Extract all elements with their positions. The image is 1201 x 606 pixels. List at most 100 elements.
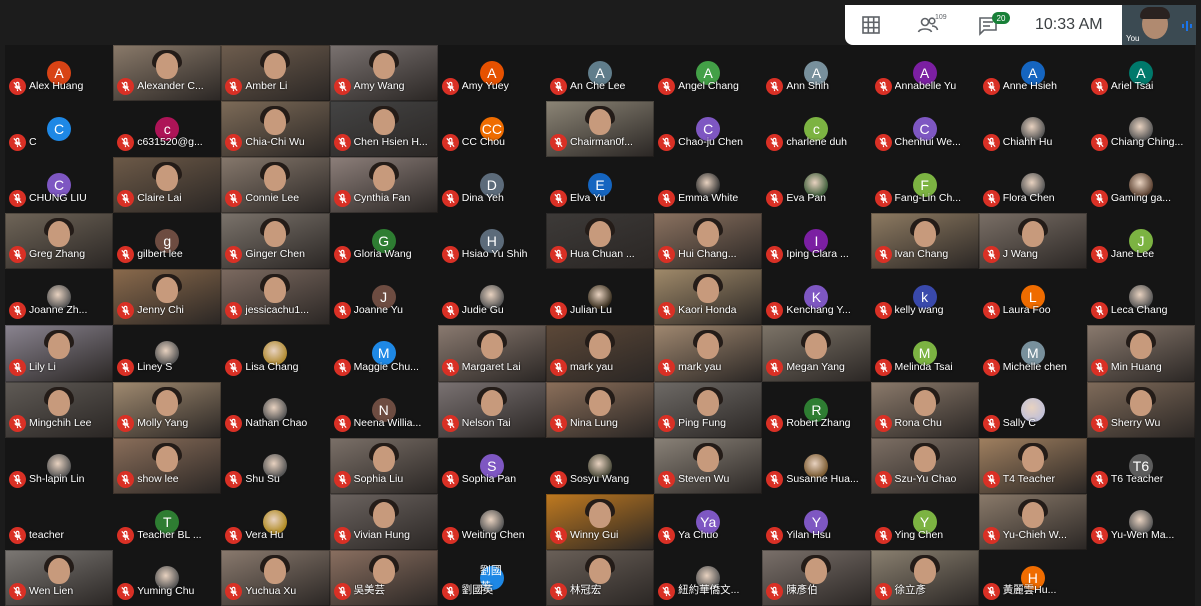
participant-tile[interactable]: H Hsiao Yu Shih — [437, 213, 546, 270]
participant-tile[interactable]: Susanne Hua... — [762, 437, 871, 494]
participant-tile[interactable]: A Anne Hsieh — [978, 45, 1087, 102]
participant-tile[interactable]: Min Huang — [1086, 325, 1196, 382]
participant-tile[interactable]: CC — [5, 101, 114, 158]
participant-tile[interactable]: A Ann Shih — [762, 45, 871, 102]
participant-tile[interactable]: Claire Lai — [113, 157, 222, 214]
participant-tile[interactable]: 徐立彥 — [870, 549, 979, 606]
participant-tile[interactable]: Molly Yang — [113, 381, 222, 438]
participant-tile[interactable]: Chiahh Hu — [978, 101, 1087, 158]
participant-tile[interactable]: J Wang — [978, 213, 1087, 270]
participant-tile[interactable]: Chiang Ching... — [1086, 101, 1196, 158]
participant-tile[interactable]: J Jane Lee — [1086, 213, 1196, 270]
participant-tile[interactable]: Sophia Liu — [329, 437, 438, 494]
participant-tile[interactable]: Mingchih Lee — [5, 381, 114, 438]
participant-tile[interactable]: g gilbert lee — [113, 213, 222, 270]
participant-tile[interactable]: M Michelle chen — [978, 325, 1087, 382]
participant-tile[interactable]: C Chenhui We... — [870, 101, 979, 158]
participant-tile[interactable]: Chia-Chi Wu — [221, 101, 330, 158]
participant-tile[interactable]: Emma White — [654, 157, 763, 214]
participant-tile[interactable]: Chairman0f... — [545, 101, 655, 158]
participant-tile[interactable]: Amber Li — [221, 45, 330, 102]
participant-tile[interactable]: R Robert Zhang — [762, 381, 871, 438]
participant-tile[interactable]: K Kenchang Y... — [762, 269, 871, 326]
participant-tile[interactable]: Alexander C... — [113, 45, 222, 102]
participant-tile[interactable]: Szu-Yu Chao — [870, 437, 979, 494]
participant-tile[interactable]: 林冠宏 — [545, 549, 655, 606]
participant-tile[interactable]: Greg Zhang — [5, 213, 114, 270]
participant-tile[interactable]: k kelly wang — [870, 269, 979, 326]
participant-tile[interactable]: Sherry Wu — [1086, 381, 1196, 438]
participant-tile[interactable]: L Laura Foo — [978, 269, 1087, 326]
participant-tile[interactable]: Margaret Lai — [437, 325, 546, 382]
participant-tile[interactable]: Lisa Chang — [221, 325, 330, 382]
participant-tile[interactable]: F Fang-Lin Ch... — [870, 157, 979, 214]
participant-tile[interactable]: Connie Lee — [221, 157, 330, 214]
participant-tile[interactable]: Nelson Tai — [437, 381, 546, 438]
participant-tile[interactable]: A Amy Yuey — [437, 45, 546, 102]
participant-tile[interactable]: Nina Lung — [545, 381, 655, 438]
participant-tile[interactable]: mark yau — [654, 325, 763, 382]
participant-tile[interactable]: c c631520@g... — [113, 101, 222, 158]
participant-tile[interactable]: Sosyu Wang — [545, 437, 655, 494]
participant-tile[interactable]: Nathan Chao — [221, 381, 330, 438]
participant-tile[interactable]: Winny Gui — [545, 493, 655, 550]
participant-tile[interactable]: mark yau — [545, 325, 655, 382]
participant-tile[interactable]: G Gloria Wang — [329, 213, 438, 270]
participant-tile[interactable]: Weiting Chen — [437, 493, 546, 550]
participant-tile[interactable]: Y Ying Chen — [870, 493, 979, 550]
participant-tile[interactable]: c charlene duh — [762, 101, 871, 158]
participant-tile[interactable]: J Joanne Yu — [329, 269, 438, 326]
participant-tile[interactable]: Liney S — [113, 325, 222, 382]
participant-tile[interactable]: T4 Teacher — [978, 437, 1087, 494]
participant-tile[interactable]: T6 T6 Teacher — [1086, 437, 1196, 494]
participant-tile[interactable]: Steven Wu — [654, 437, 763, 494]
participant-tile[interactable]: C Chao-ju Chen — [654, 101, 763, 158]
participant-tile[interactable]: A An Che Lee — [545, 45, 655, 102]
participant-tile[interactable]: Judie Gu — [437, 269, 546, 326]
grid-layout-icon[interactable] — [861, 15, 881, 35]
participant-tile[interactable]: M Melinda Tsai — [870, 325, 979, 382]
participant-tile[interactable]: Amy Wang — [329, 45, 438, 102]
participant-tile[interactable]: S Sophia Pan — [437, 437, 546, 494]
participant-tile[interactable]: A Alex Huang — [5, 45, 114, 102]
participant-tile[interactable]: Sh-lapin Lin — [5, 437, 114, 494]
participant-tile[interactable]: M Maggie Chu... — [329, 325, 438, 382]
participant-tile[interactable]: jessicachu1... — [221, 269, 330, 326]
participant-tile[interactable]: Ivan Chang — [870, 213, 979, 270]
participant-tile[interactable]: Rona Chu — [870, 381, 979, 438]
participant-tile[interactable]: Yu-Wen Ma... — [1086, 493, 1196, 550]
participant-tile[interactable]: C CHUNG LIU — [5, 157, 114, 214]
participant-tile[interactable]: Chen Hsien H... — [329, 101, 438, 158]
participant-tile[interactable]: A Angel Chang — [654, 45, 763, 102]
participant-tile[interactable]: Joanne Zh... — [5, 269, 114, 326]
participant-tile[interactable]: A Annabelle Yu — [870, 45, 979, 102]
participant-tile[interactable]: N Neena Willia... — [329, 381, 438, 438]
participant-tile[interactable]: 劉國英 劉國英 — [437, 549, 546, 606]
participant-tile[interactable]: CC CC Chou — [437, 101, 546, 158]
participant-tile[interactable]: show lee — [113, 437, 222, 494]
participant-tile[interactable]: Lily Li — [5, 325, 114, 382]
participant-tile[interactable]: Wen Lien — [5, 549, 114, 606]
participant-tile[interactable]: Hua Chuan ... — [545, 213, 655, 270]
participant-tile[interactable]: Jenny Chi — [113, 269, 222, 326]
participant-tile[interactable]: Hui Chang... — [654, 213, 763, 270]
participant-tile[interactable]: Yuchua Xu — [221, 549, 330, 606]
participant-tile[interactable]: Y Yilan Hsu — [762, 493, 871, 550]
participant-tile[interactable]: Vera Hu — [221, 493, 330, 550]
participant-tile[interactable]: Gaming ga... — [1086, 157, 1196, 214]
participant-tile[interactable]: Megan Yang — [762, 325, 871, 382]
participant-tile[interactable]: E Elva Yu — [545, 157, 655, 214]
participant-tile[interactable]: Ya Ya Chuo — [654, 493, 763, 550]
participant-tile[interactable]: I Iping Clara ... — [762, 213, 871, 270]
participant-tile[interactable]: Kaori Honda — [654, 269, 763, 326]
participant-tile[interactable]: Ping Fung — [654, 381, 763, 438]
participant-tile[interactable]: Yu-Chieh W... — [978, 493, 1087, 550]
participant-tile[interactable]: 紐約華僑文... — [654, 549, 763, 606]
participant-tile[interactable]: Julian Lu — [545, 269, 655, 326]
participant-tile[interactable]: Cynthia Fan — [329, 157, 438, 214]
participant-tile[interactable]: A Ariel Tsai — [1086, 45, 1196, 102]
participant-tile[interactable]: Leca Chang — [1086, 269, 1196, 326]
participant-tile[interactable]: 陳彥伯 — [762, 549, 871, 606]
participant-tile[interactable]: T Teacher BL ... — [113, 493, 222, 550]
participant-tile[interactable]: 吳美芸 — [329, 549, 438, 606]
